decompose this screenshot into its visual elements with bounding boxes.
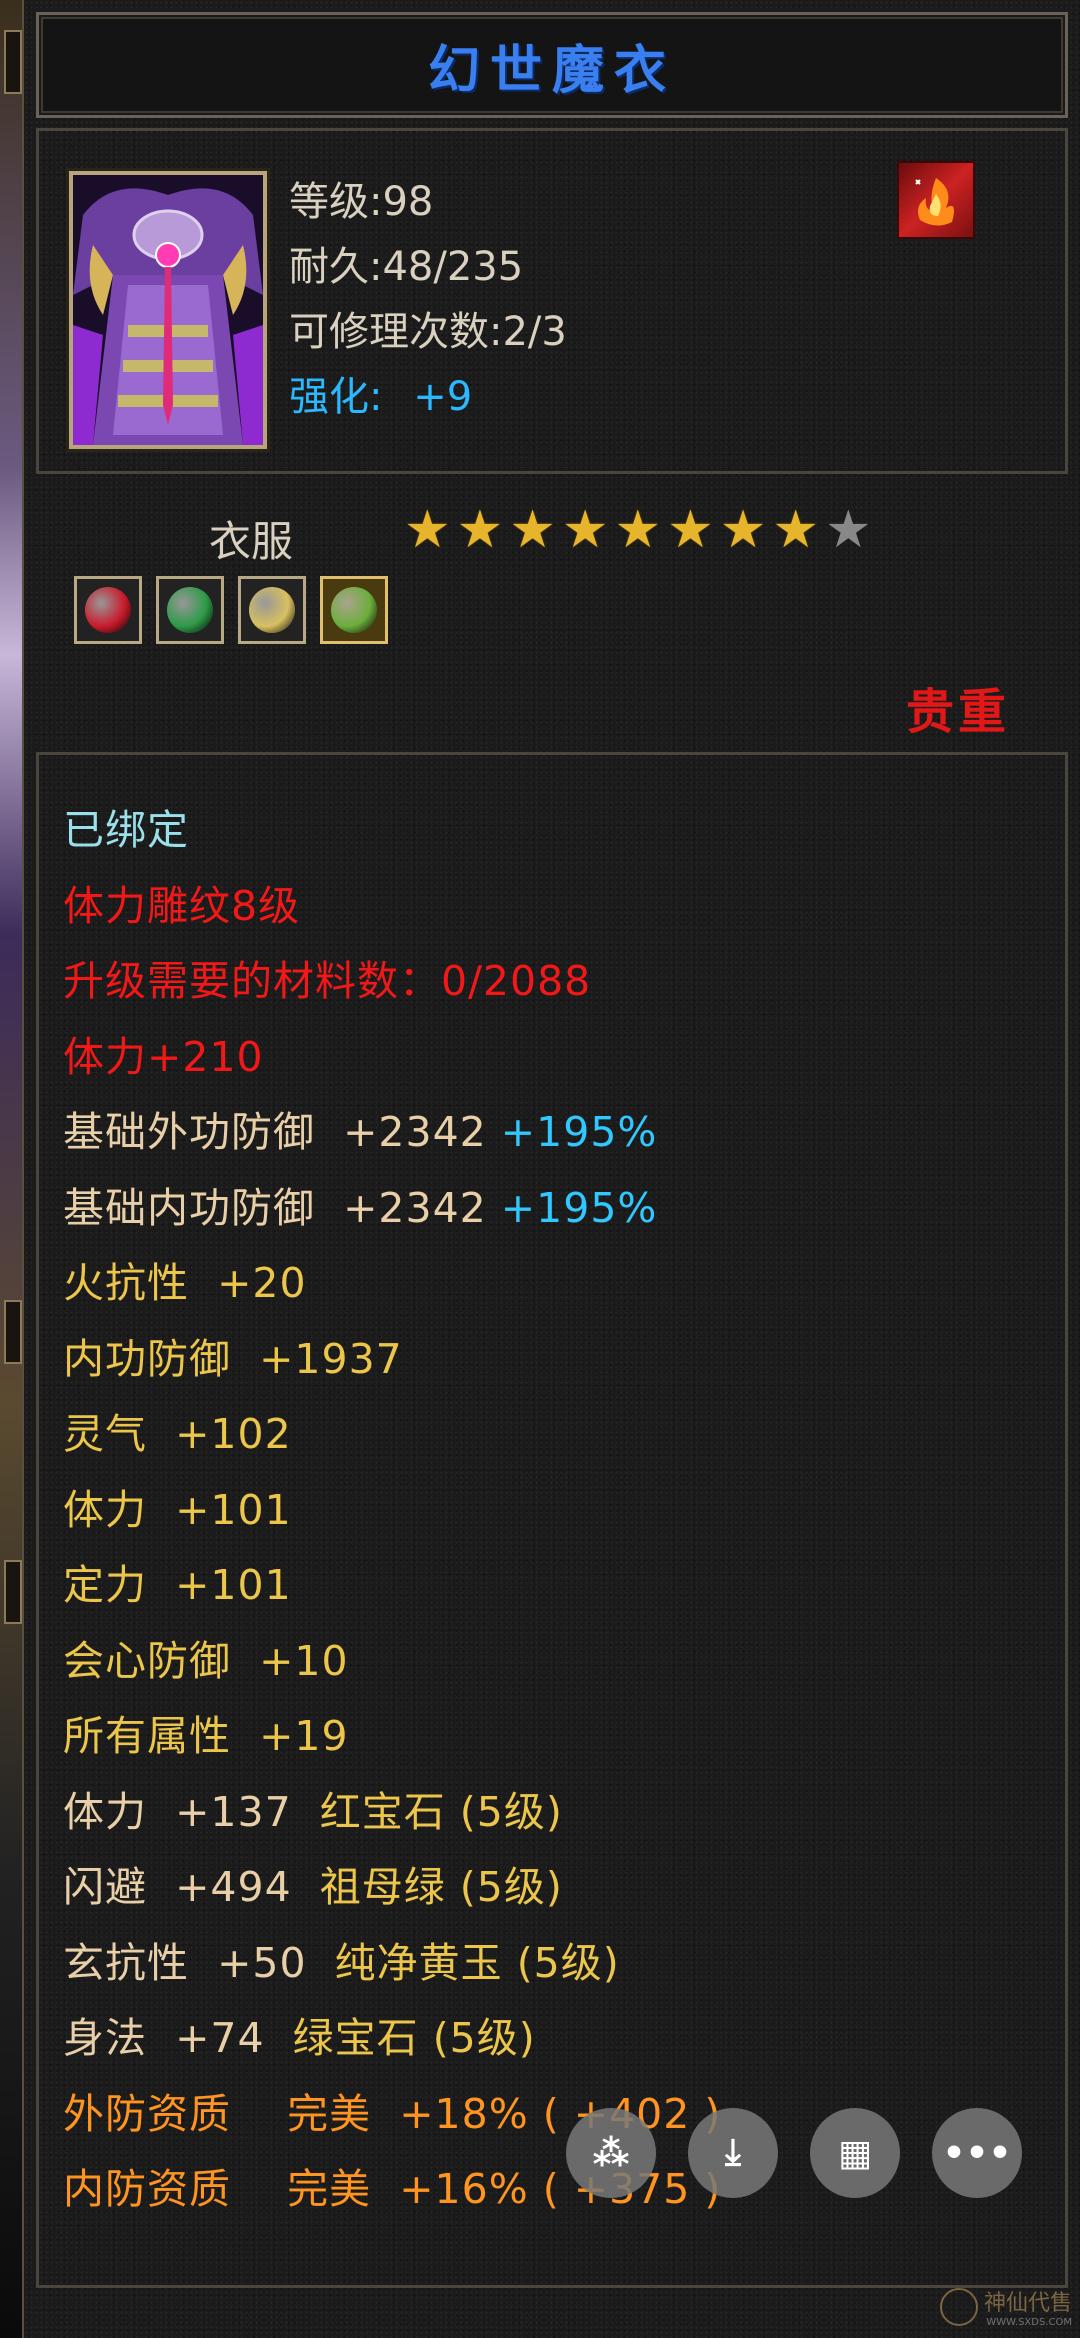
attribute-line: 会心防御 +10 (63, 1624, 1065, 1700)
attribute-text: 体力 +101 (63, 1485, 292, 1534)
star-filled-icon: ★ (404, 500, 451, 560)
item-level: 等级:98 (289, 179, 434, 225)
attribute-text: 闪避 +494 (63, 1863, 320, 1911)
attribute-text: 灵气 +102 (63, 1410, 292, 1458)
item-type: 衣服 (209, 517, 294, 566)
attribute-line: 身法 +74 绿宝石 (5级) (63, 2001, 1065, 2077)
attribute-text: 所有属性 +19 (63, 1712, 349, 1760)
attribute-line: 升级需要的材料数：0/2088 (63, 944, 1065, 1020)
attribute-text: 体力 +137 (63, 1787, 320, 1836)
star-empty-icon: ★ (825, 500, 872, 560)
item-info-box: 等级:98 耐久:48/235 可修理次数:2/3 强化: +9 (36, 128, 1068, 474)
attribute-text: 升级需要的材料数：0/2088 (63, 957, 592, 1005)
attribute-line: 体力雕纹8级 (63, 869, 1065, 945)
grid-icon: ▦ (837, 2132, 872, 2174)
attribute-line: 灵气 +102 (63, 1397, 1065, 1473)
robe-icon (73, 175, 263, 445)
download-icon: ⤓ (725, 2132, 741, 2173)
star-filled-icon: ★ (614, 500, 662, 560)
item-repair-count: 可修理次数:2/3 (289, 309, 567, 355)
attribute-text: 基础外功防御 +2342 (63, 1108, 501, 1156)
grid-button[interactable]: ▦ (810, 2108, 900, 2198)
attribute-text: 身法 +74 (63, 2014, 293, 2062)
star-filled-icon: ★ (456, 500, 504, 560)
enhance-value: +9 (413, 374, 473, 420)
item-tooltip-panel: 幻世魔衣 等级:98 耐久:48/235 可修理次数:2/3 强化: +9 衣服… (22, 0, 1080, 2338)
attribute-text: 绿宝石 (5级) (292, 2014, 536, 2062)
more-icon: ••• (942, 2132, 1012, 2174)
attribute-line: 体力 +101 (63, 1473, 1065, 1549)
attribute-text: +195% (500, 1183, 658, 1232)
attribute-line: 基础外功防御 +2342 +195% (63, 1095, 1065, 1171)
attribute-text: 火抗性 +20 (63, 1259, 307, 1307)
gem-stone (85, 587, 131, 633)
gem-stone (167, 587, 213, 633)
item-name: 幻世魔衣 (427, 39, 676, 101)
attribute-line: 所有属性 +19 (63, 1699, 1065, 1775)
frame-notch (4, 1300, 22, 1364)
attribute-line: 内功防御 +1937 (63, 1322, 1065, 1398)
fire-skill-icon (897, 161, 975, 239)
watermark-text: 神仙代售 (983, 2291, 1072, 2316)
attribute-line: 火抗性 +20 (63, 1246, 1065, 1322)
enhance-label: 强化: (289, 374, 383, 420)
frame-notch (4, 30, 22, 94)
gem-stone (249, 587, 295, 633)
ruby-gem-icon[interactable] (74, 576, 142, 644)
star-filled-icon: ★ (772, 500, 819, 560)
attribute-text: 内功防御 +1937 (63, 1334, 403, 1383)
more-button[interactable]: ••• (932, 2108, 1022, 2198)
download-button[interactable]: ⤓ (688, 2108, 778, 2198)
floating-action-bar: ⁂ ⤓ ▦ ••• (566, 2108, 1022, 2198)
attribute-line: 定力 +101 (63, 1548, 1065, 1624)
magic-wand-icon: ⁂ (592, 2132, 630, 2174)
attribute-text: +195% (500, 1108, 658, 1156)
item-rarity: 贵重 (905, 684, 1010, 740)
star-filled-icon: ★ (509, 500, 556, 560)
topaz-gem-icon[interactable] (238, 576, 306, 644)
item-attributes: 已绑定体力雕纹8级升级需要的材料数：0/2088 体力+210 基础外功防御 +23… (36, 752, 1068, 2288)
attribute-line: 基础内功防御 +2342 +195% (63, 1171, 1065, 1247)
attribute-text: 体力+210 (63, 1032, 264, 1081)
site-watermark: 神仙代售 WWW.SXDS.COM (939, 2285, 1072, 2328)
watermark-logo-icon (939, 2287, 978, 2326)
attribute-text: 定力 +101 (63, 1561, 292, 1609)
item-star-rating: ★ ★ ★ ★ ★ ★ ★ ★ ★ (404, 500, 872, 560)
item-durability: 耐久:48/235 (289, 244, 524, 290)
frame-notch (4, 1560, 22, 1624)
attribute-text: 红宝石 (5级) (319, 1787, 563, 1836)
attribute-line: 闪避 +494 祖母绿 (5级) (63, 1850, 1065, 1926)
item-portrait (69, 171, 267, 449)
socketed-gems (74, 576, 388, 644)
attribute-line: 体力 +137 红宝石 (5级) (63, 1775, 1065, 1851)
star-filled-icon: ★ (719, 500, 767, 560)
attribute-text: 基础内功防御 +2342 (63, 1183, 501, 1232)
watermark-url: WWW.SXDS.COM (986, 2317, 1072, 2328)
item-enhance: 强化: +9 (289, 364, 472, 422)
attribute-text: 玄抗性 +50 (63, 1938, 335, 1987)
star-filled-icon: ★ (561, 500, 609, 560)
attribute-text: 祖母绿 (5级) (319, 1863, 563, 1911)
magic-wand-button[interactable]: ⁂ (566, 2108, 656, 2198)
star-filled-icon: ★ (667, 500, 714, 560)
attribute-text: 纯净黄玉 (5级) (334, 1938, 620, 1987)
emerald-gem-icon[interactable] (320, 576, 388, 644)
jade-gem-icon[interactable] (156, 576, 224, 644)
attribute-text: 体力雕纹8级 (63, 881, 301, 930)
gem-stone (331, 587, 377, 633)
attribute-text: 已绑定 (63, 806, 189, 854)
left-background-strip (0, 0, 22, 2338)
attribute-line: 体力+210 (63, 1020, 1065, 1096)
attribute-line: 玄抗性 +50 纯净黄玉 (5级) (63, 1926, 1065, 2002)
attribute-text: 会心防御 +10 (63, 1636, 349, 1685)
attribute-line: 已绑定 (63, 793, 1065, 869)
item-title-bar: 幻世魔衣 (36, 12, 1068, 118)
